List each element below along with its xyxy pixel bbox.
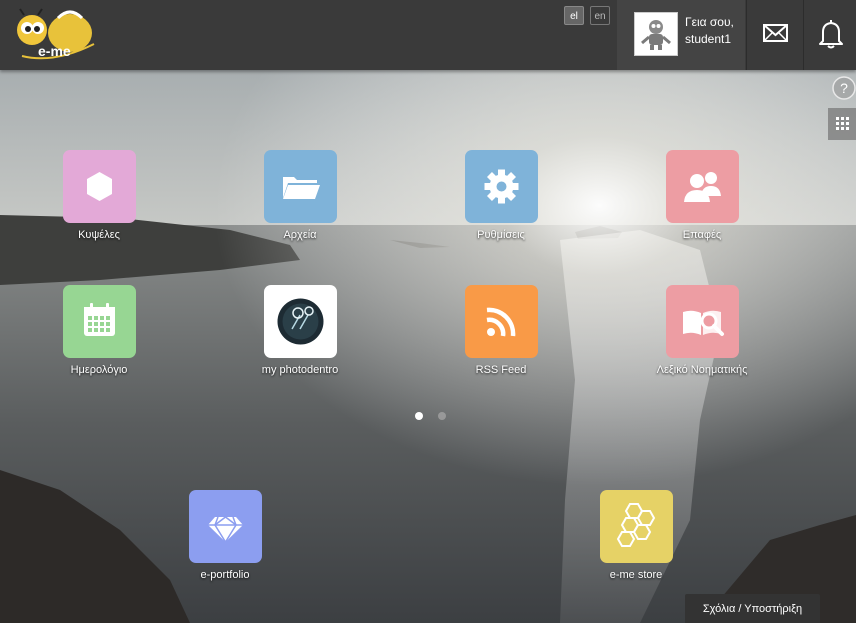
app-label: my photodentro — [261, 364, 339, 376]
svg-text:?: ? — [840, 80, 848, 96]
app-tile[interactable] — [464, 150, 538, 223]
app-tile[interactable] — [62, 285, 136, 358]
app-label: e-me store — [609, 569, 663, 581]
app-label: Επαφές — [682, 229, 722, 241]
app-tile[interactable] — [665, 150, 739, 223]
bell-icon — [819, 20, 843, 49]
e-me-logo[interactable]: e-me — [8, 6, 100, 64]
rss-icon — [486, 307, 515, 337]
app-e-me-store[interactable]: e-me store — [581, 490, 691, 581]
greeting-text: Γεια σου, — [685, 15, 734, 29]
app-tile[interactable] — [665, 285, 739, 358]
logo-text: e-me — [38, 43, 71, 59]
app-kypseles[interactable]: Κυψέλες — [44, 150, 154, 241]
page-dot-1[interactable] — [415, 412, 423, 420]
language-el-button[interactable]: el — [564, 6, 584, 25]
app-label: Ημερολόγιο — [70, 364, 128, 376]
help-button[interactable]: ? — [832, 76, 856, 100]
app-rss-feed[interactable]: RSS Feed — [446, 285, 556, 376]
app-label: Αρχεία — [283, 229, 317, 241]
username: student1 — [685, 32, 732, 46]
app-files[interactable]: Αρχεία — [245, 150, 355, 241]
photodentro-icon — [277, 298, 323, 345]
messages-button[interactable] — [746, 0, 803, 70]
user-greeting: Γεια σου, student1 — [685, 14, 734, 48]
avatar[interactable] — [634, 12, 678, 56]
diamond-icon — [207, 516, 243, 544]
contacts-icon — [683, 172, 721, 202]
hexagon-icon — [86, 172, 112, 201]
help-icon: ? — [832, 76, 856, 100]
app-settings[interactable]: Ρυθμίσεις — [446, 150, 556, 241]
folder-icon — [282, 177, 320, 199]
app-label: Κυψέλες — [78, 229, 120, 241]
gear-icon — [484, 169, 518, 204]
app-label: Ρυθμίσεις — [477, 229, 525, 241]
app-label: Λεξικό Νοηματικής — [656, 364, 748, 376]
app-tile[interactable] — [188, 490, 262, 563]
envelope-icon — [763, 24, 788, 42]
user-menu[interactable]: Γεια σου, student1 — [617, 0, 745, 70]
app-grid-button[interactable] — [828, 108, 856, 140]
app-e-portfolio[interactable]: e-portfolio — [170, 490, 280, 581]
app-tile[interactable] — [263, 150, 337, 223]
app-tile[interactable] — [599, 490, 673, 563]
app-sign-dictionary[interactable]: Λεξικό Νοηματικής — [647, 285, 757, 376]
grid-icon — [836, 117, 849, 130]
app-photodentro[interactable]: my photodentro — [245, 285, 355, 376]
language-en-button[interactable]: en — [590, 6, 610, 25]
honeycomb-icon — [616, 503, 655, 547]
calendar-icon — [83, 303, 115, 336]
app-tile[interactable] — [62, 150, 136, 223]
notifications-button[interactable] — [803, 0, 856, 70]
app-calendar[interactable]: Ημερολόγιο — [44, 285, 154, 376]
app-contacts[interactable]: Επαφές — [647, 150, 757, 241]
app-tile[interactable] — [464, 285, 538, 358]
top-bar: e-me el en Γεια σου, student1 — [0, 0, 856, 70]
dictionary-icon — [682, 310, 724, 336]
app-label: RSS Feed — [475, 364, 527, 376]
page-dot-2[interactable] — [438, 412, 446, 420]
app-label: e-portfolio — [200, 569, 250, 581]
app-tile[interactable] — [263, 285, 337, 358]
feedback-support-button[interactable]: Σχόλια / Υποστήριξη — [685, 594, 820, 623]
